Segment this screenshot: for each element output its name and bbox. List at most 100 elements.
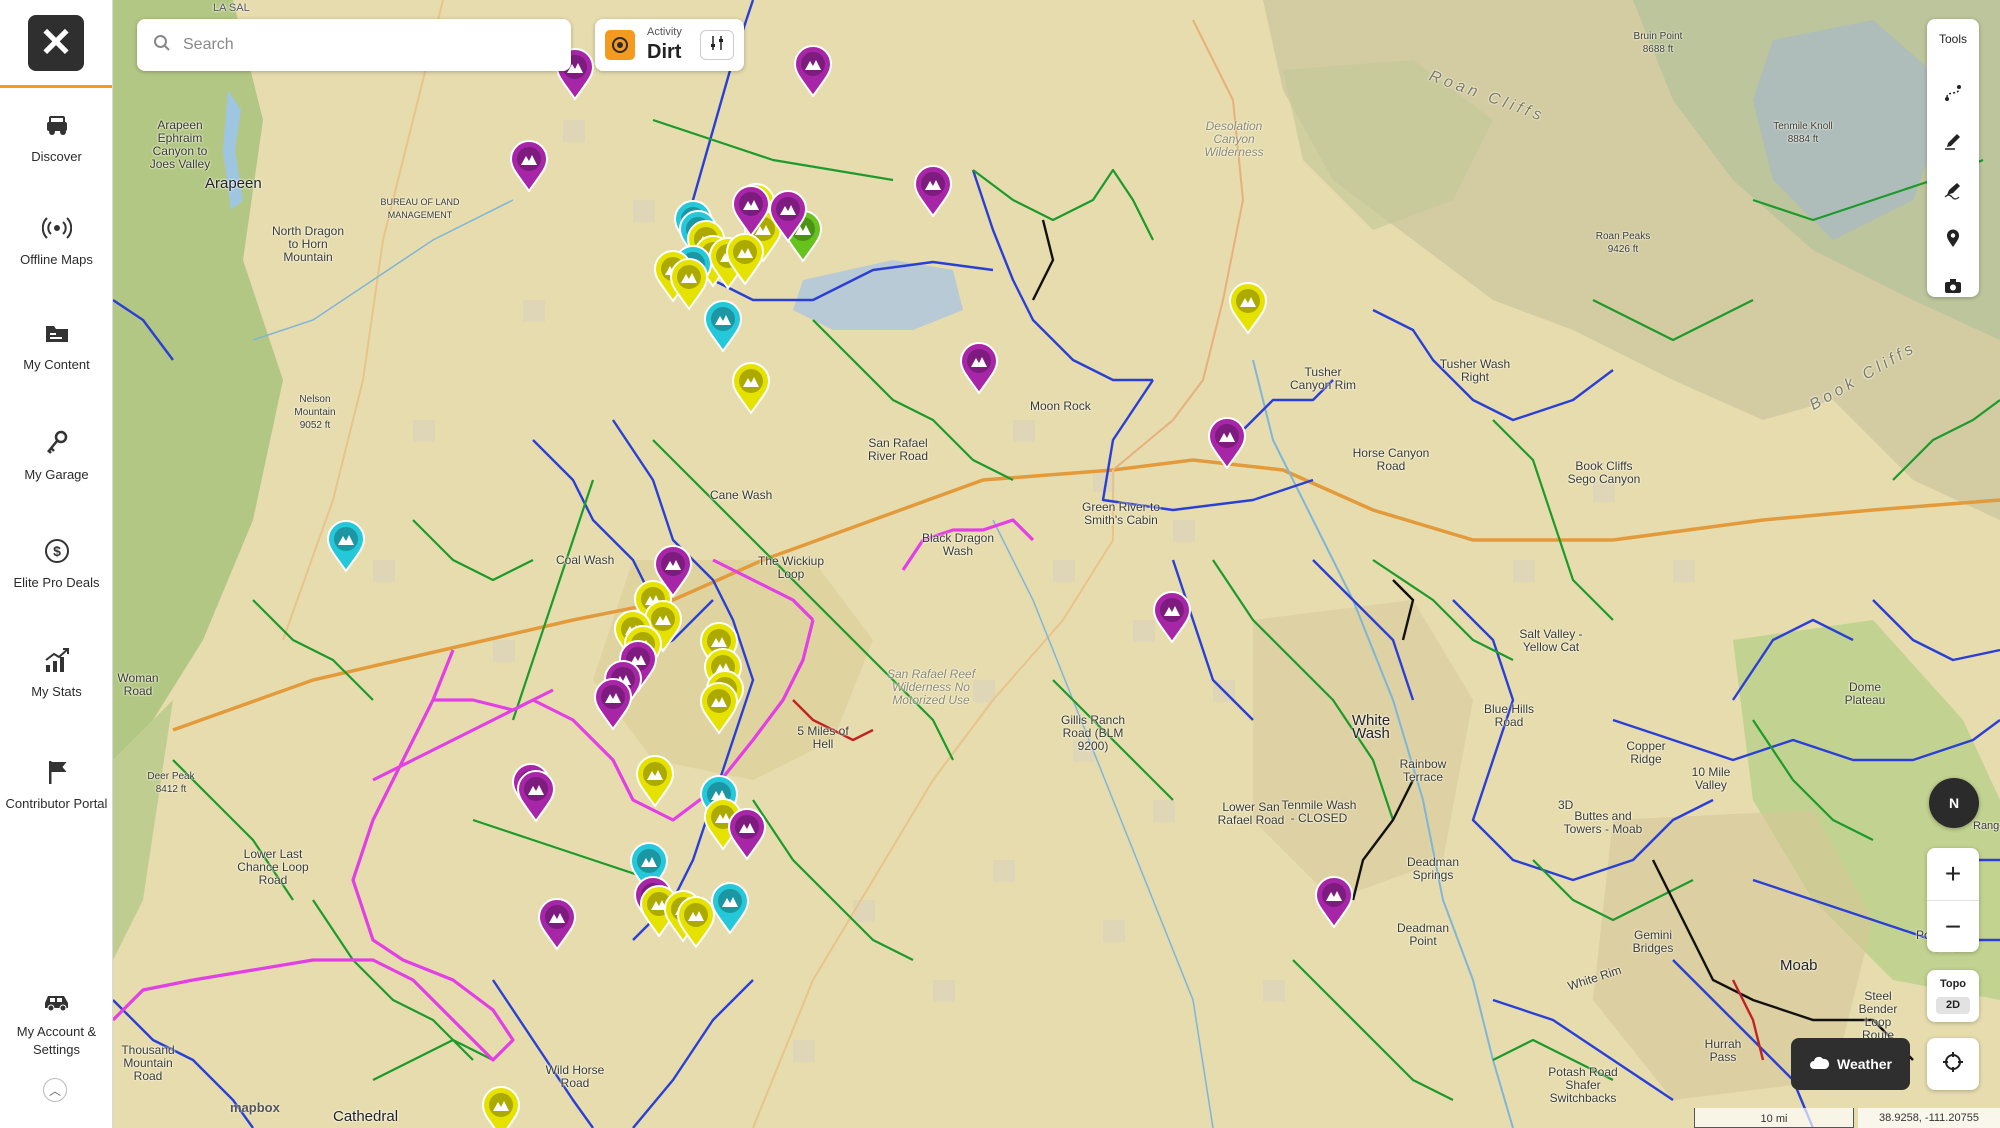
map-label: Tusher Canyon Rim [1289, 365, 1357, 392]
map-label: Nelson Mountain 9052 ft [294, 394, 336, 431]
cloud-icon [1809, 1055, 1830, 1074]
poi-pin[interactable] [537, 898, 577, 951]
poi-pin[interactable] [326, 520, 366, 573]
map-layer-button[interactable]: Topo 2D [1927, 970, 1979, 1022]
poi-pin[interactable] [1152, 591, 1192, 644]
map-label: Steel Bender Loop Route [1858, 989, 1898, 1042]
map-label: Deadman Point [1396, 921, 1450, 948]
poi-pin[interactable] [481, 1086, 521, 1128]
poi-pin[interactable] [593, 678, 633, 731]
filter-button[interactable] [700, 30, 734, 60]
edit-tool-button[interactable] [1940, 179, 1966, 205]
map-terrain [113, 0, 2000, 1128]
sidebar-item-discover[interactable]: Discover [0, 110, 113, 166]
locate-me-button[interactable] [1927, 1038, 1979, 1090]
activity-caption: Activity [647, 26, 682, 38]
sidebar-item-contributor-portal[interactable]: Contributor Portal [0, 757, 113, 813]
map-label: Black Dragon Wash [921, 531, 995, 558]
jeep-icon [42, 110, 72, 140]
map-label: San Rafael Reef Wilderness No Motorized … [886, 667, 976, 707]
poi-pin[interactable] [635, 755, 675, 808]
poi-pin[interactable] [793, 45, 833, 98]
poi-pin[interactable] [725, 233, 765, 286]
map-label: Salt Valley - Yellow Cat [1519, 627, 1583, 654]
poi-pin[interactable] [731, 362, 771, 415]
activity-value: Dirt [647, 41, 682, 63]
svg-text:$: $ [53, 543, 61, 559]
sidebar-item-label: My Content [23, 357, 90, 372]
map-label: North Dragon to Horn Mountain [271, 224, 345, 264]
pencil-icon [1943, 131, 1963, 156]
poi-pin[interactable] [727, 808, 767, 861]
search-input[interactable] [183, 36, 543, 54]
dirt-activity-icon [605, 30, 635, 60]
map-label: Woman Road [117, 671, 159, 698]
sidebar-item-label: My Account & Settings [16, 1024, 97, 1057]
sidebar-item-label: My Garage [24, 467, 89, 482]
camera-icon [1943, 276, 1963, 301]
map-label: 3D [1558, 798, 1574, 812]
location-pin-icon [1943, 228, 1963, 253]
map-label: Tenmile Knoll 8884 ft [1773, 121, 1833, 145]
map-label: 10 Mile Valley [1691, 765, 1731, 792]
search-bar[interactable] [137, 19, 571, 71]
poi-pin[interactable] [768, 190, 808, 243]
activity-selector[interactable]: Activity Dirt [595, 19, 744, 71]
zoom-in-button[interactable]: + [1927, 848, 1979, 900]
map-label: BUREAU OF LAND MANAGEMENT [380, 197, 460, 220]
flag-icon [42, 757, 72, 787]
poi-pin[interactable] [1314, 876, 1354, 929]
poi-pin[interactable] [516, 770, 556, 823]
sidebar-item-my-account-settings[interactable]: My Account & Settings [0, 985, 113, 1059]
map-label: Copper Ridge [1626, 739, 1666, 766]
poi-pin[interactable] [731, 185, 771, 238]
sidebar-item-my-garage[interactable]: My Garage [0, 428, 113, 484]
vehicle-icon [42, 985, 72, 1015]
layer-mode: 2D [1936, 997, 1970, 1014]
map-label: Gemini Bridges [1632, 928, 1674, 955]
weather-button[interactable]: Weather [1791, 1038, 1910, 1090]
map-label: Bruin Point 8688 ft [1633, 31, 1683, 55]
map-label: Tenmile Wash - CLOSED [1281, 798, 1357, 825]
collapse-sidebar-button[interactable]: ︿ [43, 1078, 67, 1102]
map-label: White Wash [1351, 712, 1391, 742]
camera-tool-button[interactable] [1940, 275, 1966, 301]
tools-panel: Tools [1927, 19, 1979, 297]
map-label: Dome Plateau [1844, 680, 1886, 707]
map-label: LA SAL [213, 2, 250, 14]
map-label: Buttes and Towers - Moab [1563, 809, 1643, 836]
map-label: 5 Miles of Hell [797, 724, 849, 751]
waypoint-tool-button[interactable] [1940, 227, 1966, 253]
map-label: Book Cliffs Sego Canyon [1567, 459, 1641, 486]
sidebar-item-elite-pro-deals[interactable]: $ Elite Pro Deals [0, 536, 113, 592]
close-header: ✕ [0, 0, 112, 88]
poi-pin[interactable] [913, 165, 953, 218]
draw-tool-button[interactable] [1940, 130, 1966, 156]
poi-pin[interactable] [1228, 282, 1268, 335]
poi-pin[interactable] [699, 682, 739, 735]
sidebar-item-my-stats[interactable]: My Stats [0, 645, 113, 701]
zoom-out-button[interactable]: − [1927, 900, 1979, 952]
map-label: Potash Road Shafer Switchbacks [1548, 1065, 1618, 1105]
poi-pin[interactable] [1207, 417, 1247, 470]
compass-button[interactable]: N [1929, 778, 1979, 828]
poi-pin[interactable] [959, 342, 999, 395]
close-button[interactable]: ✕ [28, 14, 84, 71]
sidebar-item-offline-maps[interactable]: Offline Maps [0, 213, 113, 269]
sidebar-item-label: Contributor Portal [5, 796, 108, 811]
sidebar-item-label: Elite Pro Deals [13, 575, 100, 590]
map-canvas[interactable]: Arapeen Arapeen Ephraim Canyon to Joes V… [113, 0, 2000, 1128]
map-label: Wild Horse Road [545, 1063, 605, 1090]
map-label: Moon Rock [1030, 399, 1091, 413]
map-label: Rainbow Terrace [1399, 757, 1447, 784]
route-tool-button[interactable] [1940, 82, 1966, 108]
mapbox-attribution[interactable]: mapbox [230, 1100, 280, 1115]
poi-pin[interactable] [703, 300, 743, 353]
sidebar-item-my-content[interactable]: My Content [0, 318, 113, 374]
map-label: Tusher Wash Right [1439, 357, 1511, 384]
coordinates-readout: 38.9258, -111.20755 [1858, 1108, 2000, 1128]
poi-pin[interactable] [509, 140, 549, 193]
map-label: Range [1973, 820, 2000, 832]
compass-north-label: N [1948, 795, 1960, 811]
poi-pin[interactable] [710, 882, 750, 935]
